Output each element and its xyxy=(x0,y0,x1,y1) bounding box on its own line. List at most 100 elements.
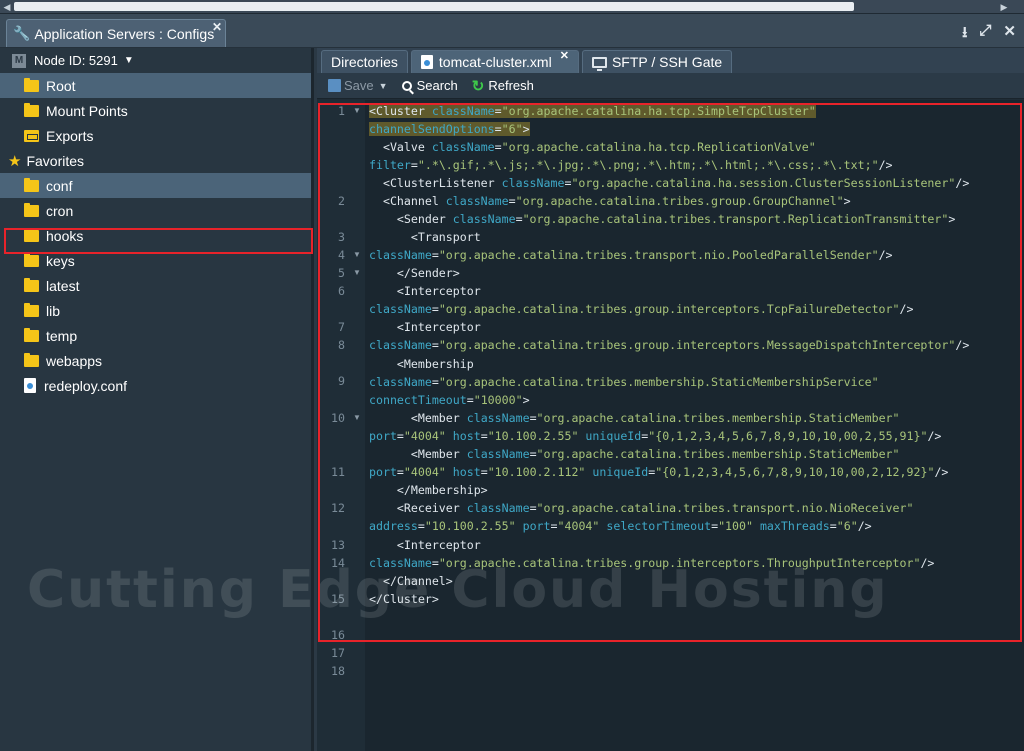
tree-item-keys[interactable]: keys xyxy=(0,248,311,273)
node-label: Node ID: 5291 xyxy=(34,53,118,68)
code-line[interactable]: </Cluster> xyxy=(369,590,439,608)
code-line[interactable]: <Valve className="org.apache.catalina.ha… xyxy=(369,138,816,156)
tree-item-exports[interactable]: Exports xyxy=(0,123,311,148)
tree-item-label: Root xyxy=(46,77,76,94)
line-number: 18 xyxy=(331,664,345,678)
folder-icon xyxy=(24,252,39,267)
tree-item-webapps[interactable]: webapps xyxy=(0,348,311,373)
line-number: 9 xyxy=(338,374,345,388)
code-line[interactable]: <Member className="org.apache.catalina.t… xyxy=(369,409,900,427)
code-line[interactable]: </Sender> xyxy=(369,264,460,282)
line-number: 14 xyxy=(331,556,345,570)
folder-icon xyxy=(24,102,39,117)
code-line[interactable]: <Cluster className="org.apache.catalina.… xyxy=(369,102,816,120)
tab-sftp-ssh-gate[interactable]: SFTP / SSH Gate xyxy=(581,50,733,73)
folder-icon xyxy=(24,327,39,342)
line-number: 7 xyxy=(338,320,345,334)
code-line[interactable]: connectTimeout="10000"> xyxy=(369,391,530,409)
line-number: 1 xyxy=(338,104,345,118)
fold-arrow-icon[interactable]: ▼ xyxy=(353,264,361,282)
code-editor[interactable]: 1 ▼ 2 3 4 ▼ 5 ▼ 6 7 8 9 10 ▼ 11 12 13 14… xyxy=(27,100,1024,751)
line-number-gutter: 1 ▼ 2 3 4 ▼ 5 ▼ 6 7 8 9 10 ▼ 11 12 13 14… xyxy=(317,100,365,751)
tab-label: tomcat-cluster.xml xyxy=(438,54,552,70)
scroll-left-icon[interactable]: ◀ xyxy=(1,1,13,13)
tree-item-label: temp xyxy=(46,327,78,344)
tree-item-mount-points[interactable]: Mount Points xyxy=(0,98,311,123)
code-line[interactable]: className="org.apache.catalina.tribes.gr… xyxy=(369,554,934,572)
file-tree-panel: M Node ID: 5291 ▼ Root Mount Points Expo… xyxy=(0,48,314,751)
tree-item-cron[interactable]: cron xyxy=(0,198,311,223)
tree-item-label: conf xyxy=(46,177,73,194)
favorites-header[interactable]: ★ Favorites xyxy=(0,148,311,173)
editor-toolbar: Save ▼ Search ↻ Refresh xyxy=(317,73,1024,99)
code-line[interactable]: <Membership xyxy=(369,355,474,373)
tree-item-redeploy-conf[interactable]: redeploy.conf xyxy=(0,373,311,398)
line-number: 10 xyxy=(331,411,345,425)
window-tab[interactable]: 🔧 Application Servers : Configs ✕ xyxy=(6,19,226,47)
scrollbar-thumb[interactable] xyxy=(14,2,854,11)
tab-tomcat-cluster-xml[interactable]: tomcat-cluster.xml ✕ xyxy=(410,49,579,73)
refresh-button[interactable]: ↻ Refresh xyxy=(472,77,534,95)
tab-label: SFTP / SSH Gate xyxy=(611,54,723,70)
expand-icon[interactable]: ⤢ xyxy=(979,22,991,47)
node-selector[interactable]: M Node ID: 5291 ▼ xyxy=(0,48,311,73)
folder-icon xyxy=(24,227,39,242)
code-line[interactable]: filter=".*\.gif;.*\.js;.*\.jpg;.*\.png;.… xyxy=(369,156,893,174)
line-number: 2 xyxy=(338,194,345,208)
window-controls: ⭳ ⤢ ✕ xyxy=(962,22,1016,47)
line-number: 15 xyxy=(331,592,345,606)
folder-icon xyxy=(24,177,39,192)
download-icon[interactable]: ⭳ xyxy=(962,22,967,47)
close-tab-icon[interactable]: ✕ xyxy=(560,49,569,62)
tree-item-root[interactable]: Root xyxy=(0,73,311,98)
code-line[interactable]: port="4004" host="10.100.2.112" uniqueId… xyxy=(369,463,948,481)
code-line[interactable]: <Member className="org.apache.catalina.t… xyxy=(369,445,900,463)
tree-item-label: webapps xyxy=(46,352,103,369)
code-line[interactable]: <Channel className="org.apache.catalina.… xyxy=(369,192,851,210)
code-line[interactable]: <Interceptor xyxy=(369,318,481,336)
code-line[interactable]: className="org.apache.catalina.tribes.gr… xyxy=(369,300,913,318)
code-line[interactable]: <Receiver className="org.apache.catalina… xyxy=(369,499,914,517)
tree-item-hooks[interactable]: hooks xyxy=(0,223,311,248)
code-line[interactable]: port="4004" host="10.100.2.55" uniqueId=… xyxy=(369,427,941,445)
code-line[interactable]: </Channel> xyxy=(369,572,453,590)
file-icon xyxy=(24,378,36,393)
line-number: 6 xyxy=(338,284,345,298)
tree-item-label: Exports xyxy=(46,127,94,144)
tree-item-temp[interactable]: temp xyxy=(0,323,311,348)
code-line[interactable]: <Sender className="org.apache.catalina.t… xyxy=(369,210,955,228)
code-line[interactable]: <Transport xyxy=(369,228,481,246)
code-line[interactable]: className="org.apache.catalina.tribes.me… xyxy=(369,373,879,391)
tab-directories[interactable]: Directories xyxy=(321,50,408,73)
window-title: Application Servers : Configs xyxy=(34,25,215,42)
search-button[interactable]: Search xyxy=(401,78,458,93)
scroll-right-icon[interactable]: ▶ xyxy=(998,1,1010,13)
code-line[interactable]: <ClusterListener className="org.apache.c… xyxy=(369,174,969,192)
close-icon[interactable]: ✕ xyxy=(1003,22,1016,47)
close-window-tab-icon[interactable]: ✕ xyxy=(212,20,222,34)
line-number: 11 xyxy=(331,465,345,479)
save-button[interactable]: Save ▼ xyxy=(328,78,388,93)
fold-arrow-icon[interactable]: ▼ xyxy=(353,409,361,427)
code-line[interactable]: <Interceptor xyxy=(369,536,481,554)
horizontal-scrollbar[interactable]: ◀ ▶ xyxy=(0,0,1024,14)
folder-icon xyxy=(24,202,39,217)
node-icon: M xyxy=(12,53,26,68)
tree-item-conf[interactable]: conf xyxy=(0,173,311,198)
code-line[interactable]: address="10.100.2.55" port="4004" select… xyxy=(369,517,872,535)
code-line[interactable]: channelSendOptions="6"> xyxy=(369,120,530,138)
tree-item-latest[interactable]: latest xyxy=(0,273,311,298)
code-content[interactable]: <Cluster className="org.apache.catalina.… xyxy=(365,100,1024,751)
tree-item-label: redeploy.conf xyxy=(44,377,128,394)
code-line[interactable]: className="org.apache.catalina.tribes.tr… xyxy=(369,246,893,264)
code-line[interactable]: </Membership> xyxy=(369,481,488,499)
chevron-down-icon[interactable]: ▼ xyxy=(379,81,388,91)
fold-arrow-icon[interactable]: ▼ xyxy=(353,102,361,120)
tree-item-lib[interactable]: lib xyxy=(0,298,311,323)
code-line[interactable]: className="org.apache.catalina.tribes.gr… xyxy=(369,336,969,354)
editor-panel: Directories tomcat-cluster.xml ✕ SFTP / … xyxy=(27,48,1024,751)
folder-icon xyxy=(24,77,39,92)
line-number: 5 xyxy=(338,266,345,280)
fold-arrow-icon[interactable]: ▼ xyxy=(353,246,361,264)
code-line[interactable]: <Interceptor xyxy=(369,282,481,300)
